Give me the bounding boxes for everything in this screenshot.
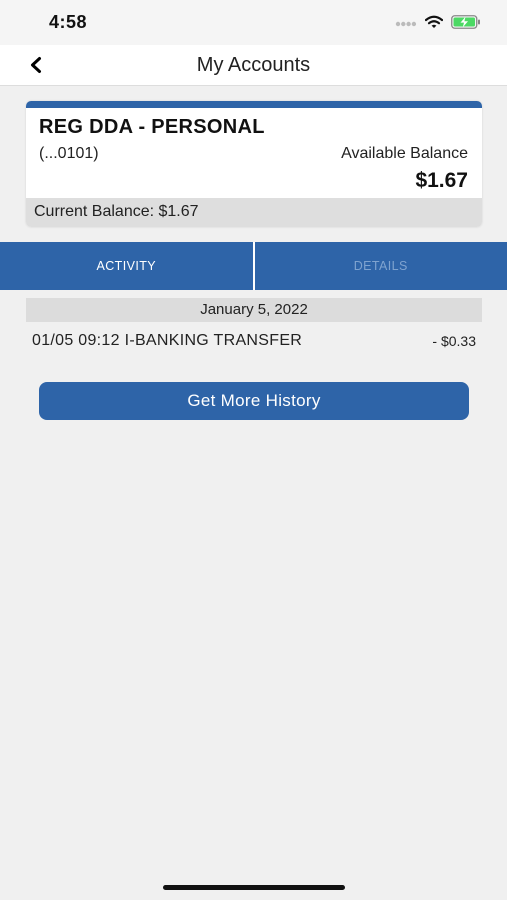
status-time: 4:58: [49, 12, 88, 32]
date-header: January 5, 2022: [26, 298, 482, 322]
card-accent-bar: [26, 101, 482, 108]
battery-charging-icon: [451, 14, 481, 34]
get-more-history-button[interactable]: Get More History: [39, 382, 469, 420]
home-indicator: [163, 885, 345, 890]
current-balance-text: Current Balance: $1.67: [34, 203, 199, 220]
transaction-amount: - $0.33: [432, 333, 476, 349]
transaction-description: 01/05 09:12 I-BANKING TRANSFER: [32, 332, 303, 349]
nav-bar: My Accounts: [0, 45, 507, 86]
tab-activity[interactable]: ACTIVITY: [0, 242, 255, 290]
tab-bar: ACTIVITY DETAILS: [0, 242, 507, 290]
available-balance-amount: $1.67: [415, 169, 468, 192]
tab-details[interactable]: DETAILS: [254, 242, 507, 290]
transaction-row[interactable]: 01/05 09:12 I-BANKING TRANSFER - $0.33: [26, 326, 482, 356]
status-bar: 4:58: [0, 0, 507, 45]
account-number: (...0101): [39, 145, 99, 162]
wifi-icon: [424, 15, 444, 34]
signal-icon: [395, 15, 417, 33]
available-balance-label: Available Balance: [341, 145, 468, 162]
status-icons: [395, 14, 481, 34]
account-name: REG DDA - PERSONAL: [39, 116, 265, 138]
page-title: My Accounts: [196, 54, 311, 76]
current-balance-row: Current Balance: $1.67: [26, 198, 482, 227]
account-card[interactable]: REG DDA - PERSONAL (...0101) Available B…: [26, 101, 482, 227]
